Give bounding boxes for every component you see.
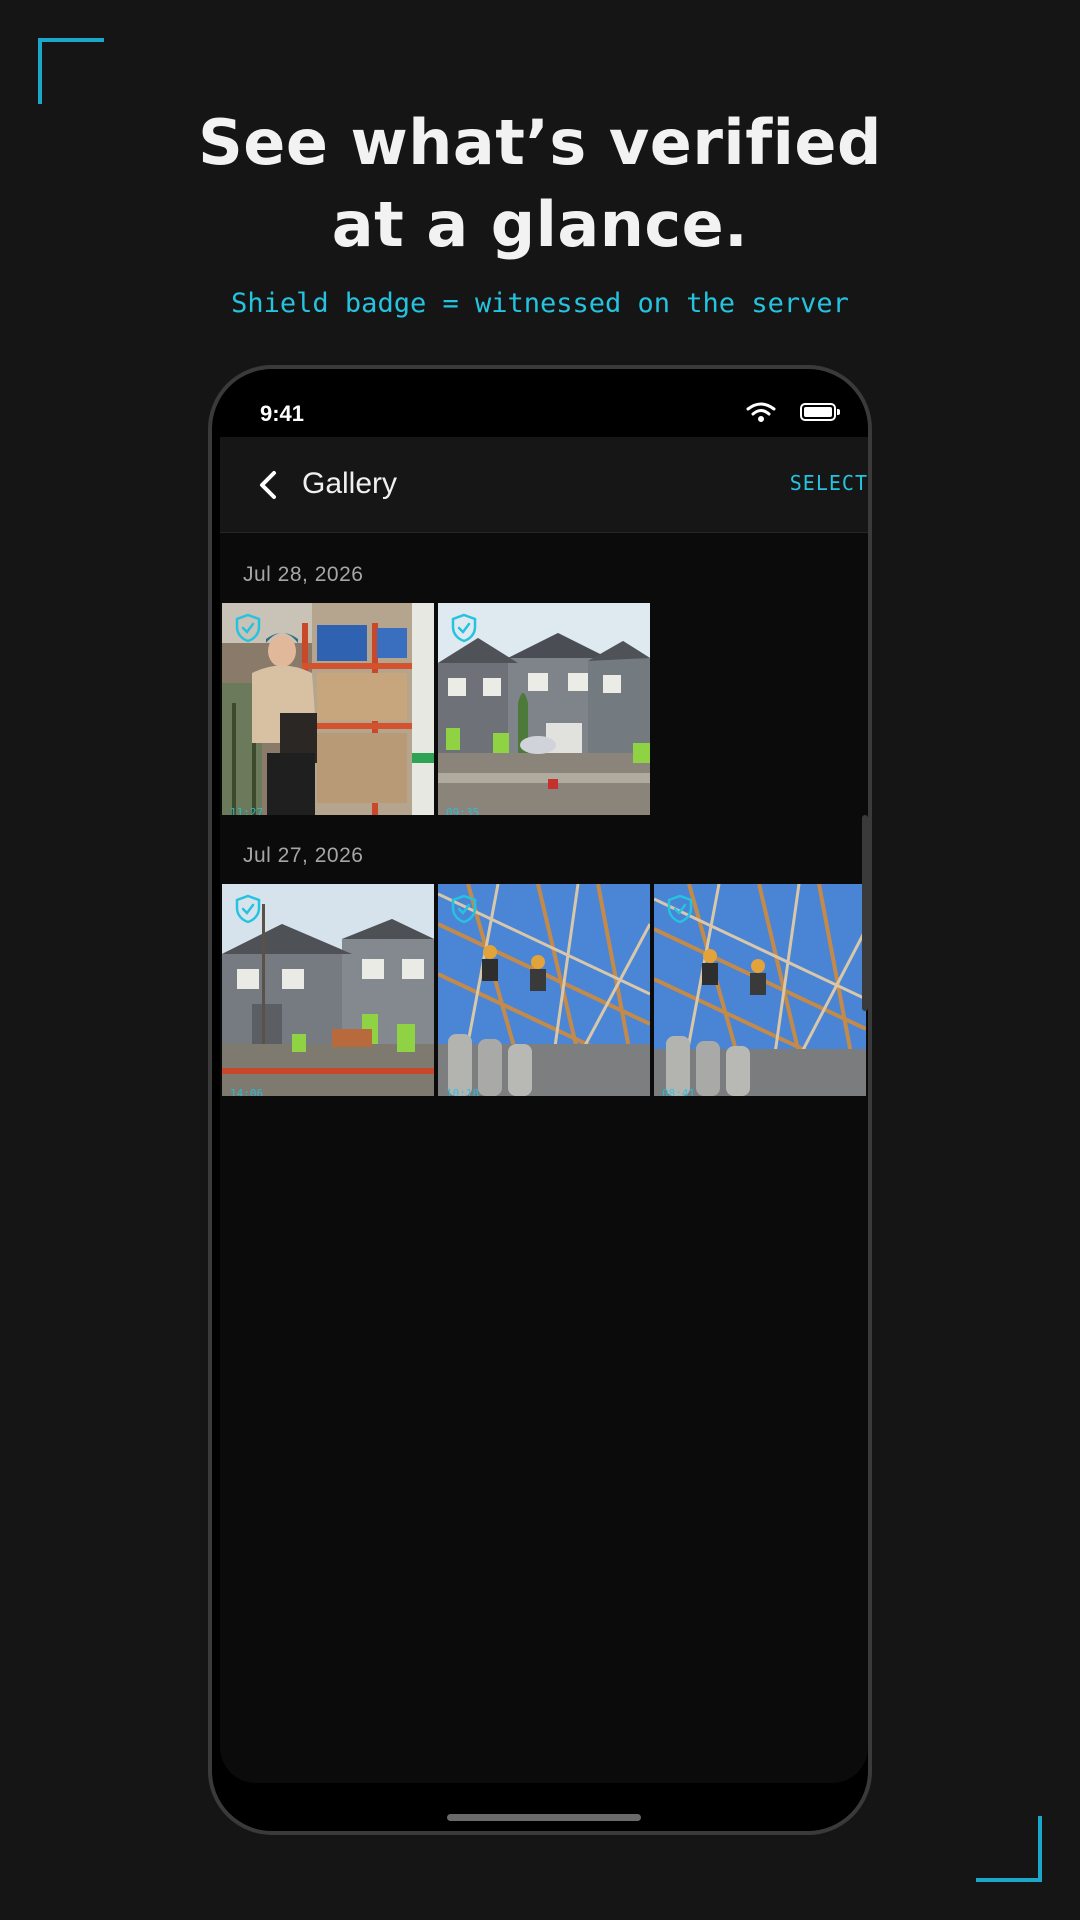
headline: See what’s verified at a glance. [0,102,1080,266]
corner-bracket-bottom-right [976,1816,1042,1882]
corner-bracket-top-left [38,38,104,104]
thumbnail-timestamp: 14:06 [230,1087,264,1096]
phone-frame: 9:41 Gallery SELECT Jul 28, 2026 11:27 0… [208,365,872,1835]
gallery-thumbnail[interactable]: 10:18 [438,884,650,1096]
headline-line-2: at a glance. [331,188,749,261]
battery-icon [800,403,840,421]
shield-check-icon [235,613,261,643]
gallery-thumbnail[interactable]: 14:06 [222,884,434,1096]
gallery-thumbnail[interactable]: 09:35 [438,603,650,815]
gallery-thumbnail[interactable]: 08:41 [654,884,866,1096]
gallery-thumbnail[interactable]: 11:27 [222,603,434,815]
thumbnail-timestamp: 08:41 [662,1087,696,1096]
thumbnail-timestamp: 11:27 [230,806,264,815]
scrollbar[interactable] [862,815,868,1011]
promo-page: See what’s verified at a glance. Shield … [0,0,1080,1920]
headline-line-1: See what’s verified [198,106,882,179]
select-button[interactable]: SELECT [790,471,868,495]
shield-check-icon [451,894,477,924]
page-title: Gallery [302,467,398,500]
thumbnail-timestamp: 09:35 [446,806,480,815]
home-indicator[interactable] [447,1814,641,1821]
subheadline: Shield badge = witnessed on the server [231,288,849,319]
shield-check-icon [235,894,261,924]
app-bar: Gallery SELECT [220,437,868,533]
status-time: 9:41 [260,401,305,426]
date-header: Jul 28, 2026 [243,563,364,586]
date-header: Jul 27, 2026 [243,844,364,867]
shield-check-icon [667,894,693,924]
gallery-grid: Jul 28, 2026 11:27 09:35 Jul 27, 2026 14… [220,533,868,1783]
thumbnail-timestamp: 10:18 [446,1087,480,1096]
shield-check-icon [451,613,477,643]
wifi-icon [746,402,776,422]
status-bar: 9:41 [220,377,868,437]
phone-screen: 9:41 Gallery SELECT Jul 28, 2026 11:27 0… [220,377,868,1783]
chevron-left-icon[interactable] [250,465,290,505]
